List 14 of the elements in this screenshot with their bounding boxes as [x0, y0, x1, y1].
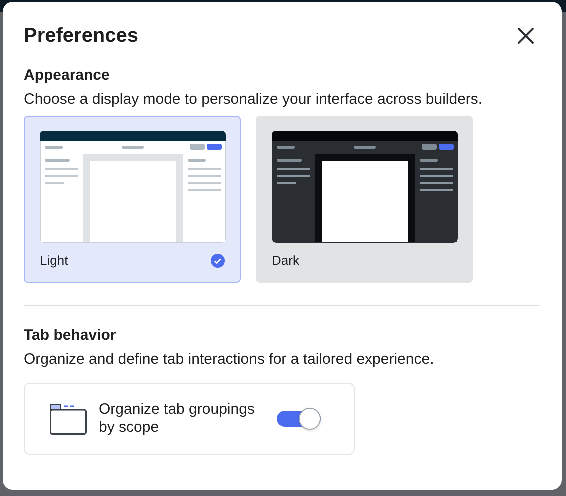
- display-mode-card[interactable]: Dark: [256, 116, 473, 283]
- checkmark-icon: [211, 254, 225, 268]
- display-mode-card[interactable]: Light: [24, 116, 241, 283]
- section-description: Choose a display mode to personalize your interface across builders.: [24, 90, 484, 110]
- section-description: Organize and define tab interactions for a tailored experience.: [24, 350, 436, 370]
- browser-window-icon: [50, 404, 87, 434]
- toggle-switch[interactable]: [277, 411, 321, 427]
- close-icon: [517, 27, 535, 45]
- option-label: Organize tab groupings by scope: [99, 401, 256, 437]
- mode-label: Dark: [272, 252, 300, 270]
- dialog-title: Preferences: [24, 24, 139, 48]
- section-heading: Appearance: [24, 66, 111, 86]
- section-heading: Tab behavior: [24, 326, 118, 346]
- mode-label: Light: [40, 252, 68, 270]
